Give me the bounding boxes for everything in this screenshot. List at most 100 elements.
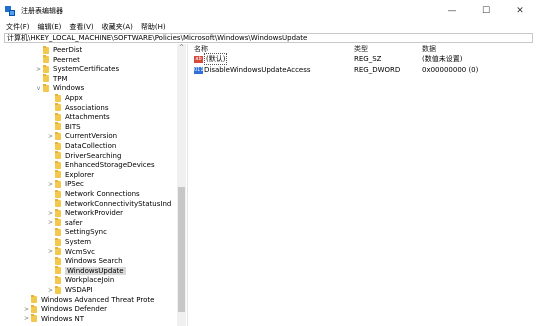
tree-item[interactable]: Associations	[46, 103, 109, 113]
tree-item-label: Attachments	[65, 113, 110, 122]
chevron-right-icon[interactable]: >	[46, 248, 55, 255]
column-data-header[interactable]: 数据	[422, 44, 436, 54]
tree-item-label: Windows Defender	[41, 305, 108, 314]
menu-help[interactable]: 帮助(H)	[141, 22, 166, 32]
tree-item[interactable]: > IPSec	[46, 179, 84, 189]
tree-item-label: WSDAPI	[65, 286, 93, 294]
tree-item[interactable]: v Windows	[34, 83, 84, 93]
tree-item[interactable]: > SystemCertificates	[34, 64, 119, 74]
chevron-right-icon[interactable]: >	[46, 133, 55, 140]
tree-item-label: Explorer	[65, 170, 95, 179]
value-data: (数值未设置)	[422, 55, 463, 63]
tree-item[interactable]: WindowsUpdate	[46, 266, 126, 276]
tree-item[interactable]: DataCollection	[46, 141, 116, 151]
tree-item-label: System	[65, 238, 92, 246]
tree-item-label: NetworkProvider	[65, 209, 124, 218]
chevron-right-icon[interactable]: >	[46, 219, 55, 226]
tree-item[interactable]: Explorer	[46, 170, 94, 180]
menu-file[interactable]: 文件(F)	[6, 22, 30, 32]
tree-item[interactable]: WorkplaceJoin	[46, 275, 114, 285]
values-header: 名称 类型 数据	[190, 44, 535, 53]
window-controls: — ☐ ✕	[435, 0, 537, 22]
folder-icon	[55, 227, 61, 236]
tree-item-label: Associations	[65, 103, 109, 112]
tree-item[interactable]: > Windows NT	[22, 314, 84, 324]
tree-item-label: Appx	[65, 94, 83, 102]
tree-item[interactable]: Attachments	[46, 112, 110, 122]
tree-item[interactable]: SettingSync	[46, 227, 107, 237]
tree-item-label: Windows Advanced Threat Prote	[41, 295, 155, 304]
maximize-button[interactable]: ☐	[469, 0, 503, 22]
address-bar[interactable]: 计算机\HKEY_LOCAL_MACHINE\SOFTWARE\Policies…	[4, 33, 533, 43]
scroll-up-arrow-icon[interactable]: ^	[177, 44, 186, 52]
tree-item-label: Peernet	[53, 55, 80, 64]
tree-item[interactable]: NetworkConnectivityStatusInd	[46, 199, 171, 209]
folder-icon	[55, 131, 61, 140]
registry-editor-icon	[5, 6, 15, 16]
tree-item-label: Network Connections	[65, 190, 140, 198]
folder-icon	[31, 295, 37, 304]
folder-icon	[55, 112, 61, 121]
tree-item-label: Windows Search	[65, 257, 123, 266]
chevron-right-icon[interactable]: >	[46, 181, 55, 188]
tree-item[interactable]: Network Connections	[46, 189, 140, 199]
folder-icon	[55, 237, 61, 246]
folder-icon	[43, 55, 49, 64]
tree-item[interactable]: DriverSearching	[46, 151, 121, 161]
folder-icon	[55, 247, 61, 256]
scroll-thumb[interactable]	[178, 187, 185, 312]
tree-item[interactable]: Peernet	[34, 55, 80, 65]
tree-item[interactable]: > NetworkProvider	[46, 208, 123, 218]
tree-item[interactable]: System	[46, 237, 91, 247]
value-name: (默认)	[204, 53, 228, 65]
folder-icon	[55, 256, 61, 265]
tree-item[interactable]: EnhancedStorageDevices	[46, 160, 155, 170]
tree-item[interactable]: > Windows Defender	[22, 304, 107, 314]
value-row[interactable]: ab (默认) REG_SZ (数值未设置)	[190, 53, 535, 65]
tree-item[interactable]: Windows Advanced Threat Prote	[22, 295, 154, 305]
folder-icon	[55, 266, 61, 275]
chevron-right-icon[interactable]: >	[46, 287, 55, 294]
tree-item-label: PeerDist	[53, 46, 83, 54]
close-button[interactable]: ✕	[503, 0, 537, 22]
chevron-right-icon[interactable]: >	[22, 315, 31, 322]
tree-item[interactable]: > safer	[46, 218, 83, 228]
tree-item-label: WorkplaceJoin	[65, 276, 115, 285]
tree-item[interactable]: > WSDAPI	[46, 285, 93, 295]
menu-edit[interactable]: 编辑(E)	[38, 22, 62, 32]
tree-item[interactable]: TPM	[34, 74, 68, 84]
tree-scrollbar[interactable]: ^	[177, 44, 186, 326]
chevron-right-icon[interactable]: >	[22, 306, 31, 313]
folder-icon	[55, 141, 61, 150]
tree-item[interactable]: Appx	[46, 93, 83, 103]
chevron-down-icon[interactable]: v	[34, 85, 43, 92]
tree-item-label: safer	[65, 218, 83, 227]
value-data: 0x00000000 (0)	[422, 66, 479, 74]
tree-item-label: DataCollection	[65, 142, 117, 150]
tree-item[interactable]: > CurrentVersion	[46, 131, 117, 141]
minimize-button[interactable]: —	[435, 0, 469, 22]
value-name: DisableWindowsUpdateAccess	[204, 66, 311, 74]
folder-icon	[55, 103, 61, 112]
tree-item[interactable]: PeerDist	[34, 45, 82, 55]
chevron-right-icon[interactable]: >	[34, 66, 43, 73]
menu-favorites[interactable]: 收藏夹(A)	[102, 22, 133, 32]
menu-view[interactable]: 查看(V)	[69, 22, 93, 32]
tree-item[interactable]: Windows Search	[46, 256, 123, 266]
folder-icon	[55, 179, 61, 188]
string-value-icon: ab	[194, 55, 203, 63]
tree-item[interactable]: > WcmSvc	[46, 247, 95, 257]
pane-splitter[interactable]	[187, 44, 188, 326]
tree-item-label: Windows	[53, 84, 85, 93]
chevron-right-icon[interactable]: >	[46, 210, 55, 217]
tree-item[interactable]: BITS	[46, 122, 81, 132]
value-row[interactable]: 011 DisableWindowsUpdateAccess REG_DWORD…	[190, 65, 535, 75]
folder-icon	[55, 208, 61, 217]
folder-icon	[55, 151, 61, 160]
tree-item-label: DriverSearching	[65, 151, 122, 160]
tree-item-label: NetworkConnectivityStatusInd	[65, 199, 172, 208]
menu-bar: 文件(F) 编辑(E) 查看(V) 收藏夹(A) 帮助(H)	[0, 22, 537, 32]
column-type-header[interactable]: 类型	[354, 44, 368, 54]
folder-icon	[43, 74, 49, 83]
tree-item-label: TPM	[53, 74, 68, 83]
